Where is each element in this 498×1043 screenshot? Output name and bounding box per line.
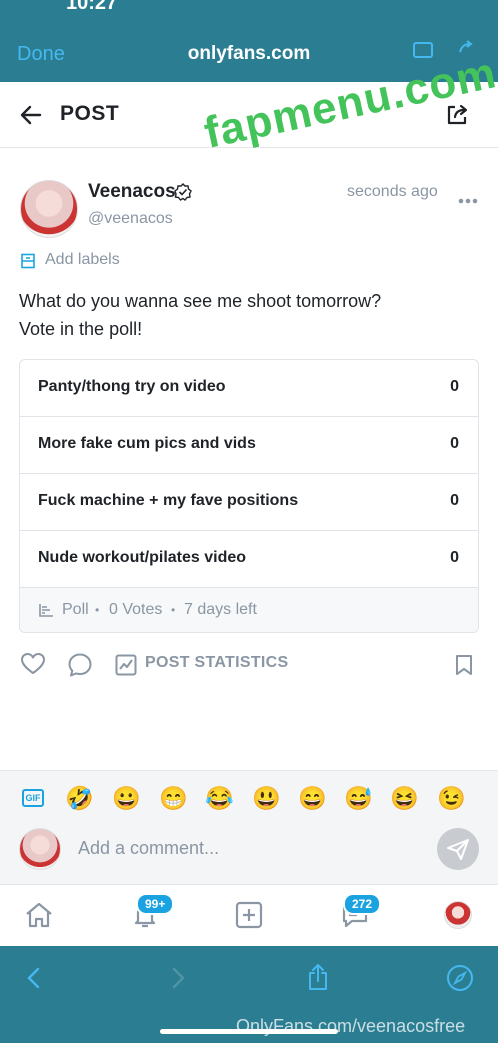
gif-icon[interactable]: GIF: [22, 789, 44, 807]
footer-watermark: OnlyFans.com/veenacosfree: [236, 1016, 466, 1036]
add-post-icon[interactable]: [234, 901, 264, 934]
author-avatar[interactable]: [20, 180, 78, 238]
home-icon[interactable]: [24, 901, 54, 934]
poll: Panty/thong try on video 0 More fake cum…: [19, 359, 479, 633]
author-handle[interactable]: @veenacos: [88, 210, 173, 228]
poll-option[interactable]: Panty/thong try on video 0: [20, 360, 478, 417]
poll-type-label: Poll: [62, 601, 89, 618]
add-labels-link[interactable]: Add labels: [45, 251, 120, 269]
poll-votes: 0 Votes: [109, 601, 163, 618]
poll-option-count: 0: [450, 492, 459, 509]
poll-option-label: Fuck machine + my fave positions: [38, 492, 299, 509]
post-statistics-link[interactable]: POST STATISTICS: [145, 654, 288, 672]
poll-option[interactable]: Nude workout/pilates video 0: [20, 531, 478, 588]
post-text-line: Vote in the poll!: [19, 319, 143, 339]
emoji-button[interactable]: 😀: [112, 785, 141, 811]
post-time: seconds ago: [347, 183, 438, 200]
browser-back-icon[interactable]: [24, 966, 44, 995]
post-text-line: What do you wanna see me shoot tomorrow?: [19, 291, 382, 311]
back-arrow-icon[interactable]: [18, 102, 44, 133]
profile-avatar[interactable]: [444, 901, 472, 929]
emoji-button[interactable]: 😂: [205, 785, 234, 811]
compass-icon[interactable]: [446, 964, 474, 997]
poll-option[interactable]: More fake cum pics and vids 0: [20, 417, 478, 474]
poll-option-count: 0: [450, 549, 459, 566]
labels-icon[interactable]: [20, 253, 36, 274]
bookmark-icon[interactable]: [455, 654, 473, 681]
heart-icon[interactable]: [20, 652, 46, 681]
poll-option-count: 0: [450, 435, 459, 452]
browser-share-bottom-icon[interactable]: [305, 962, 331, 997]
poll-option-label: Panty/thong try on video: [38, 378, 226, 395]
poll-time-left: 7 days left: [184, 601, 257, 618]
poll-option[interactable]: Fuck machine + my fave positions 0: [20, 474, 478, 531]
poll-footer: Poll • 0 Votes • 7 days left: [20, 588, 478, 632]
status-time: 10:27: [66, 0, 118, 14]
poll-option-label: Nude workout/pilates video: [38, 549, 247, 566]
poll-option-count: 0: [450, 378, 459, 395]
emoji-button[interactable]: 😉: [437, 785, 466, 811]
page-title: POST: [60, 102, 120, 125]
messages-badge: 272: [343, 893, 382, 915]
emoji-button[interactable]: 😄: [298, 785, 327, 811]
post-text: What do you wanna see me shoot tomorrow?…: [19, 287, 381, 343]
poll-separator: •: [171, 603, 176, 617]
poll-bars-icon: [38, 603, 54, 622]
emoji-bar: GIF 🤣 😀 😁 😂 😃 😄 😅 😆 😉: [0, 770, 498, 828]
send-button[interactable]: [437, 828, 479, 870]
emoji-button[interactable]: 😅: [344, 785, 373, 811]
statistics-icon[interactable]: [115, 654, 137, 681]
comment-row: [0, 828, 498, 884]
tabs-icon[interactable]: [413, 42, 433, 58]
bottom-navigation: 99+ 272: [0, 884, 498, 946]
emoji-button[interactable]: 😁: [159, 785, 188, 811]
emoji-button[interactable]: 😆: [390, 785, 419, 811]
poll-separator: •: [95, 603, 100, 617]
notifications-badge: 99+: [136, 893, 175, 915]
user-avatar: [19, 828, 61, 870]
author-name[interactable]: Veenacos: [88, 181, 176, 203]
verified-icon: [174, 183, 192, 206]
comment-icon[interactable]: [67, 652, 93, 683]
emoji-button[interactable]: 😃: [252, 785, 281, 811]
emoji-button[interactable]: 🤣: [65, 785, 94, 811]
browser-forward-icon[interactable]: [168, 966, 188, 995]
poll-option-label: More fake cum pics and vids: [38, 435, 256, 452]
comment-input[interactable]: [70, 830, 420, 866]
more-options-icon[interactable]: [458, 191, 478, 209]
